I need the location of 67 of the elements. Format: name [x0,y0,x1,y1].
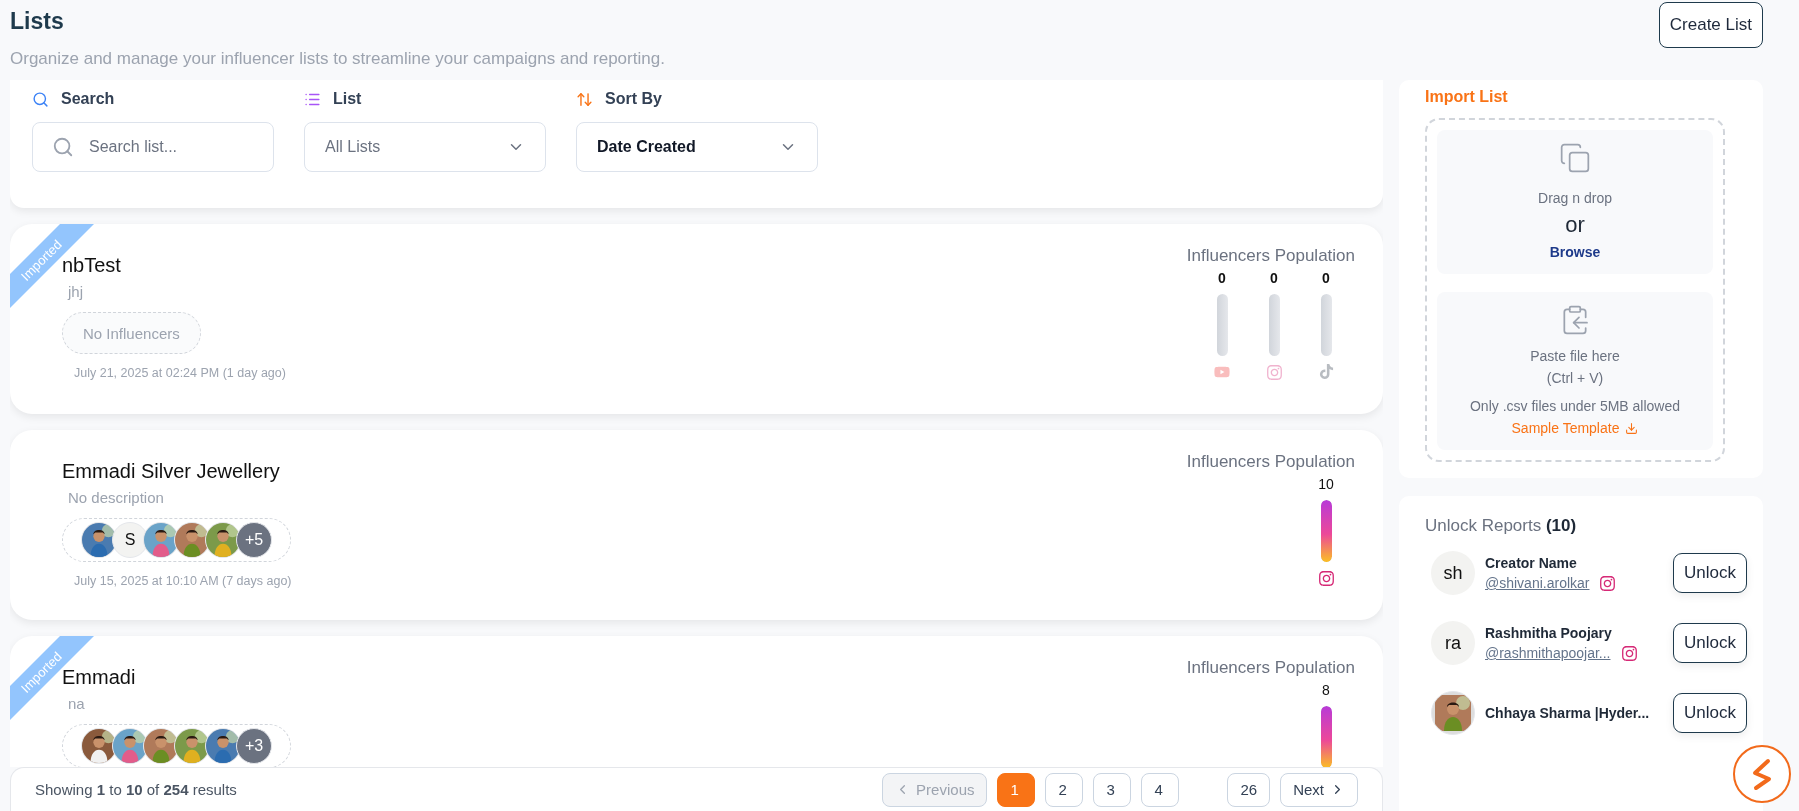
unlock-button[interactable]: Unlock [1673,553,1747,593]
import-title: Import List [1425,88,1509,106]
population-label: Influencers Population [1186,246,1355,266]
page-title: Lists [10,8,64,35]
creator-name: Rashmitha Poojary [1485,624,1613,641]
list-card[interactable]: Emmadi Silver Jewellery No description S +5 July 15, 2025 at 10:10 AM (7 days ago) Influencers Population 10 [10,430,1383,620]
list-description: No description [68,489,164,506]
list-name: Emmadi Silver Jewellery [62,460,280,483]
list-name: Emmadi [62,666,136,689]
list-name: nbTest [62,254,121,277]
population-label: Influencers Population [1186,658,1355,678]
paste-text: Paste file here [1530,348,1620,364]
assistant-button[interactable] [1733,745,1791,803]
sort-icon [576,90,593,108]
search-icon [32,90,49,108]
tiktok-icon [1318,364,1334,379]
list-description: na [68,695,85,712]
platform-count: 8 [1322,682,1330,698]
creator-handle[interactable]: @shivani.arolkar [1485,575,1590,591]
instagram-icon [1620,644,1638,662]
page-button[interactable]: 2 [1045,772,1084,807]
population-label: Influencers Population [1186,452,1355,472]
page-button[interactable]: 3 [1093,772,1132,807]
youtube-icon [1214,364,1230,380]
more-count: +3 [236,728,272,764]
copy-icon [1559,142,1591,174]
download-icon [1625,421,1639,435]
instagram-icon [1599,574,1617,592]
select-field[interactable]: Date Created [576,122,818,172]
avatar-initial: S [112,522,148,558]
or-text: or [1565,212,1585,238]
no-influencers-pill: No Influencers [62,312,201,354]
creator-name: Chhaya Sharma |Hyder... [1485,705,1651,721]
instagram-icon [1317,570,1335,587]
instagram-icon [1265,364,1283,381]
creator-handle[interactable]: @rashmithapoojar... [1485,645,1611,661]
page-subtitle: Organize and manage your influencer lists to streamline your campaigns and reporting. [10,49,665,69]
select-field[interactable]: All Lists [304,122,546,172]
paste-shortcut: (Ctrl + V) [1546,370,1604,386]
page-button[interactable]: 26 [1227,772,1271,807]
created-date: July 15, 2025 at 10:10 AM (7 days ago) [74,574,292,588]
next-button[interactable]: Next [1280,772,1358,807]
create-list-button[interactable]: Create List [1658,2,1763,48]
drop-zone[interactable]: Drag n drop or Browse Paste file here (Ctrl + V) Only .csv files under 5MB allowed Sample Template [1425,118,1725,462]
filter-label: List [333,90,362,108]
browse-link[interactable]: Browse [1549,244,1601,260]
filter-label: Sort By [605,90,662,108]
results-summary: Showing 1 to 10 of 254 results [35,781,238,798]
creator-name: Creator Name [1485,554,1578,571]
platform-count: 10 [1318,476,1334,492]
avatar-initial: sh [1431,551,1475,595]
platform-count: 0 [1322,270,1330,286]
unlock-button[interactable]: Unlock [1673,623,1747,663]
list-description: jhj [68,283,83,300]
file-note: Only .csv files under 5MB allowed [1469,398,1681,414]
search-field[interactable]: Search list... [32,122,274,172]
filter-label: Search [61,90,115,108]
created-date: July 21, 2025 at 02:24 PM (1 day ago) [74,366,286,380]
unlock-button[interactable]: Unlock [1673,693,1747,733]
more-count: +5 [236,522,272,558]
page-button[interactable]: 4 [1141,772,1180,807]
unlock-title: Unlock Reports (10) [1425,516,1578,536]
avatar-initial: ra [1431,621,1475,665]
platform-count: 0 [1270,270,1278,286]
search-icon [52,136,74,158]
platform-count: 0 [1218,270,1226,286]
drag-text: Drag n drop [1538,190,1612,206]
